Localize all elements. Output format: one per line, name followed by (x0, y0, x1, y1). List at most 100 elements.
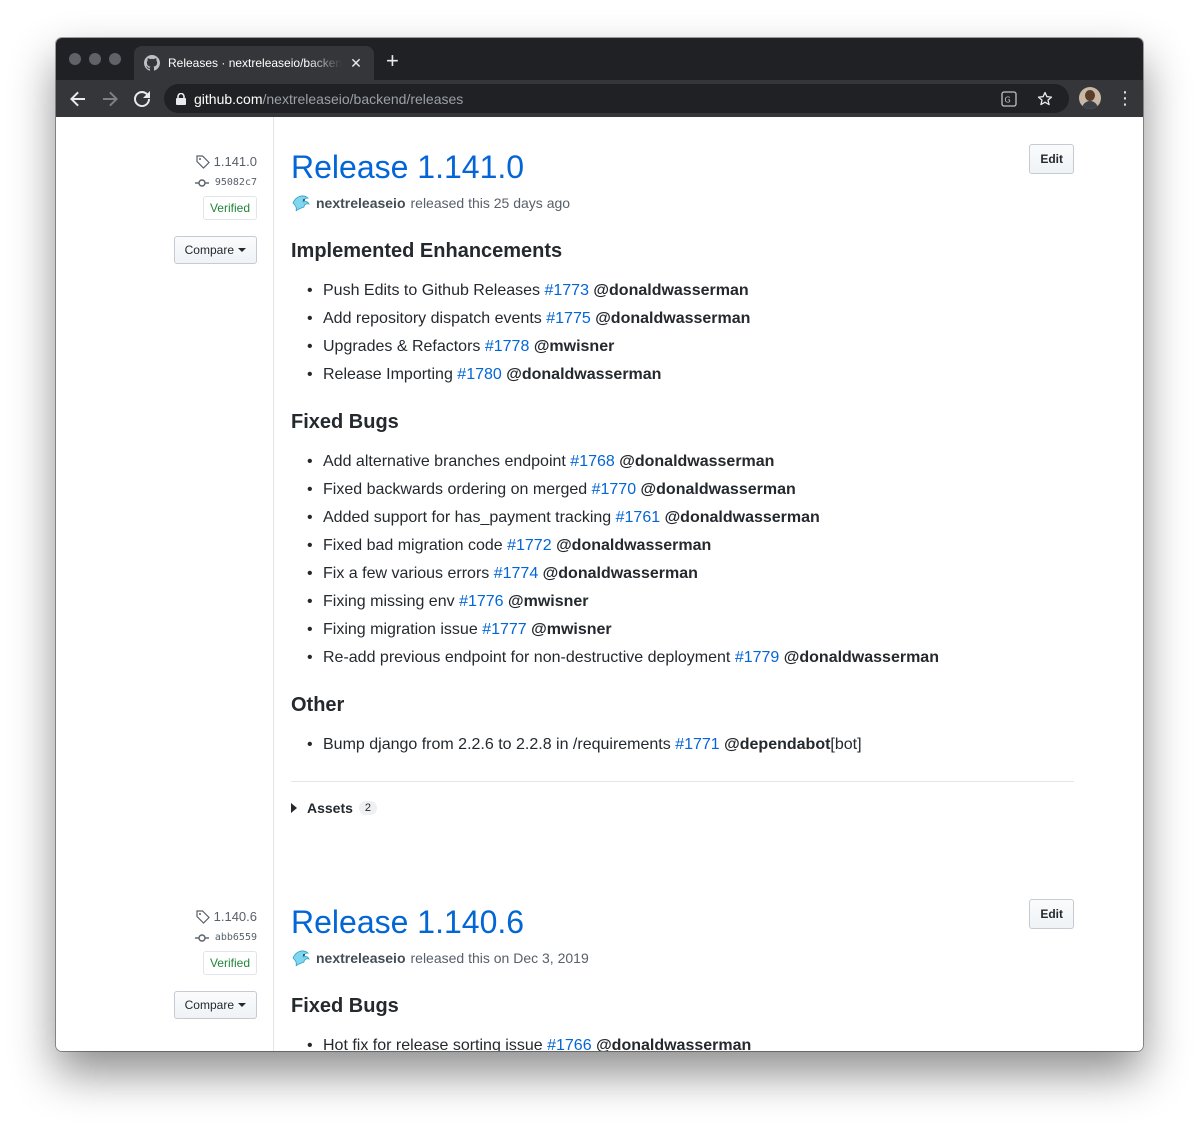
address-bar[interactable]: github.com/nextreleaseio/backend/release… (164, 84, 1069, 113)
browser-window: Releases · nextreleaseio/backend/release… (56, 38, 1143, 1051)
user-mention[interactable]: @mwisner (534, 338, 615, 355)
pr-link[interactable]: #1779 (735, 649, 780, 666)
author-name[interactable]: nextreleaseio (316, 195, 406, 211)
edit-button[interactable]: Edit (1029, 144, 1074, 174)
pr-link[interactable]: #1766 (547, 1037, 592, 1051)
close-window-button[interactable] (69, 53, 81, 65)
author-name[interactable]: nextreleaseio (316, 950, 406, 966)
user-mention[interactable]: @donaldwasserman (641, 481, 796, 498)
kebab-menu-icon[interactable]: ⋮ (1116, 89, 1134, 107)
compare-label: Compare (184, 243, 234, 257)
pr-link[interactable]: #1768 (570, 453, 615, 470)
release-tag[interactable]: 1.141.0 (174, 154, 257, 169)
page-content: 1.141.0 95082c7 Verified Compare Edit Re… (56, 117, 1143, 1051)
forward-arrow-icon[interactable] (99, 88, 121, 110)
user-mention[interactable]: @donaldwasserman (619, 453, 774, 470)
user-mention[interactable]: @dependabot (724, 736, 830, 753)
pr-link[interactable]: #1771 (675, 736, 720, 753)
bookmark-star-icon[interactable] (1037, 91, 1053, 107)
release-title[interactable]: Release 1.140.6 (291, 902, 1074, 942)
list-item: Fix a few various errors #1774 @donaldwa… (307, 560, 1074, 588)
user-mention[interactable]: @donaldwasserman (665, 509, 820, 526)
browser-tab[interactable]: Releases · nextreleaseio/backend/release… (134, 46, 374, 80)
section-heading: Implemented Enhancements (291, 240, 563, 262)
release-title[interactable]: Release 1.141.0 (291, 147, 1074, 187)
author-avatar[interactable] (291, 948, 311, 968)
release-date-text: released this on Dec 3, 2019 (410, 950, 589, 966)
list-item: Added support for has_payment tracking #… (307, 504, 1074, 532)
section-heading: Fixed Bugs (291, 411, 399, 433)
list-item: Re-add previous endpoint for non-destruc… (307, 644, 1074, 672)
list-item: Bump django from 2.2.6 to 2.2.8 in /requ… (307, 731, 1074, 759)
user-mention[interactable]: @donaldwasserman (595, 310, 750, 327)
release-byline: nextreleaseio released this 25 days ago (291, 193, 1074, 213)
enhancement-list: Push Edits to Github Releases #1773 @don… (307, 277, 1074, 389)
pr-link[interactable]: #1777 (482, 621, 527, 638)
edit-button[interactable]: Edit (1029, 899, 1074, 929)
url-host: github.com (194, 90, 263, 107)
verified-badge[interactable]: Verified (202, 196, 257, 220)
release-tag[interactable]: 1.140.6 (174, 909, 257, 924)
release-commit[interactable]: 95082c7 (174, 177, 257, 188)
pr-link[interactable]: #1778 (485, 338, 530, 355)
profile-avatar[interactable] (1079, 87, 1101, 109)
user-mention[interactable]: @donaldwasserman (784, 649, 939, 666)
user-mention[interactable]: @donaldwasserman (593, 282, 748, 299)
verified-badge[interactable]: Verified (202, 951, 257, 975)
bot-suffix: [bot] (830, 736, 862, 753)
bugfix-list: Hot fix for release sorting issue #1766 … (307, 1032, 1074, 1051)
pr-link[interactable]: #1772 (507, 537, 552, 554)
assets-count: 2 (358, 801, 378, 815)
release-date-text: released this 25 days ago (410, 195, 571, 211)
tag-icon (196, 909, 210, 924)
pr-link[interactable]: #1773 (544, 282, 589, 299)
commit-icon (194, 933, 209, 942)
new-tab-icon[interactable]: + (386, 50, 399, 72)
browser-toolbar: github.com/nextreleaseio/backend/release… (56, 80, 1143, 117)
tab-title: Releases · nextreleaseio/backend/release… (168, 56, 342, 70)
tag-icon (196, 154, 210, 169)
list-item: Fixed backwards ordering on merged #1770… (307, 476, 1074, 504)
assets-label: Assets (307, 800, 353, 816)
list-item: Add repository dispatch events #1775 @do… (307, 305, 1074, 333)
other-list: Bump django from 2.2.6 to 2.2.8 in /requ… (307, 731, 1074, 759)
assets-toggle[interactable]: Assets 2 (291, 800, 1074, 816)
tab-strip: Releases · nextreleaseio/backend/release… (56, 38, 1143, 80)
pr-link[interactable]: #1776 (459, 593, 504, 610)
list-item: Upgrades & Refactors #1778 @mwisner (307, 333, 1074, 361)
section-heading: Other (291, 694, 345, 716)
author-avatar[interactable] (291, 193, 311, 213)
compare-button[interactable]: Compare (173, 236, 257, 264)
user-mention[interactable]: @donaldwasserman (506, 366, 661, 383)
commit-sha: abb6559 (214, 932, 257, 943)
section-heading: Fixed Bugs (291, 995, 399, 1017)
list-item: Fixing migration issue #1777 @mwisner (307, 616, 1074, 644)
github-icon (144, 55, 160, 71)
list-item: Fixed bad migration code #1772 @donaldwa… (307, 532, 1074, 560)
chevron-down-icon (238, 1003, 246, 1007)
zoom-window-button[interactable] (109, 53, 121, 65)
release-entry: Edit Release 1.140.6 nextreleaseio relea… (291, 899, 1074, 1051)
release-commit[interactable]: abb6559 (174, 932, 257, 943)
pr-link[interactable]: #1770 (592, 481, 637, 498)
pr-link[interactable]: #1780 (457, 366, 502, 383)
pr-link[interactable]: #1761 (616, 509, 661, 526)
pr-link[interactable]: #1775 (546, 310, 591, 327)
user-mention[interactable]: @donaldwasserman (556, 537, 711, 554)
tab-close-icon[interactable]: ✕ (348, 55, 364, 72)
compare-button[interactable]: Compare (173, 991, 257, 1019)
pr-link[interactable]: #1774 (494, 565, 539, 582)
release-meta: 1.140.6 abb6559 Verified Compare (173, 909, 257, 1019)
user-mention[interactable]: @donaldwasserman (543, 565, 698, 582)
user-mention[interactable]: @mwisner (508, 593, 589, 610)
url-path: /nextreleaseio/backend/releases (262, 90, 464, 107)
user-mention[interactable]: @mwisner (531, 621, 612, 638)
back-arrow-icon[interactable] (67, 88, 89, 110)
disclosure-triangle-icon (291, 803, 297, 813)
release-tag-label: 1.141.0 (213, 154, 257, 169)
minimize-window-button[interactable] (89, 53, 101, 65)
list-item: Add alternative branches endpoint #1768 … (307, 448, 1074, 476)
user-mention[interactable]: @donaldwasserman (596, 1037, 751, 1051)
translate-icon[interactable]: G (1001, 91, 1017, 107)
reload-icon[interactable] (131, 88, 153, 110)
